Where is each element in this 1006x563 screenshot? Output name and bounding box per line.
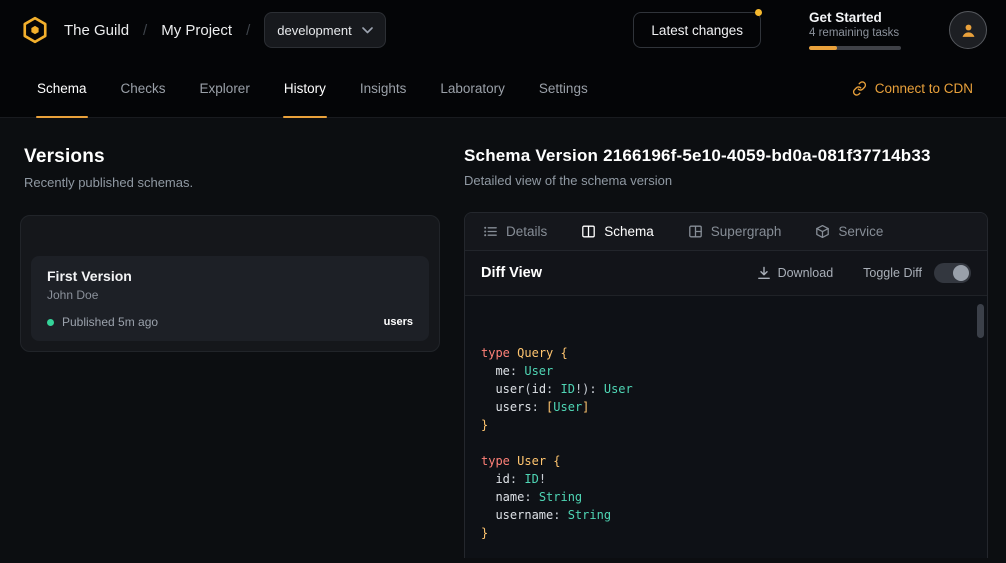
published-status-dot xyxy=(47,319,54,326)
code-line: type User { xyxy=(481,452,971,470)
version-name: First Version xyxy=(47,268,413,284)
detail-tab-label: Service xyxy=(838,224,883,239)
main-content: Versions Recently published schemas. Fir… xyxy=(0,118,1006,558)
detail-tab-label: Supergraph xyxy=(711,224,782,239)
schema-code-viewer[interactable]: type Query { me: User user(id: ID!): Use… xyxy=(465,296,987,558)
target-select-value: development xyxy=(277,23,351,38)
target-select[interactable]: development xyxy=(264,12,386,48)
code-line: } xyxy=(481,416,971,434)
get-started-progress xyxy=(809,46,901,50)
detail-tab-label: Schema xyxy=(604,224,654,239)
code-line: id: ID! xyxy=(481,470,971,488)
tab-laboratory[interactable]: Laboratory xyxy=(439,60,506,117)
schema-icon xyxy=(581,224,596,239)
versions-subtitle: Recently published schemas. xyxy=(24,175,440,190)
tab-explorer[interactable]: Explorer xyxy=(199,60,251,117)
scrollbar-thumb[interactable] xyxy=(977,304,984,338)
code-line: type Query { xyxy=(481,344,971,362)
code-lines: type Query { me: User user(id: ID!): Use… xyxy=(481,344,971,542)
schema-version-subtitle: Detailed view of the schema version xyxy=(464,173,988,188)
link-icon xyxy=(852,81,867,96)
chevron-down-icon xyxy=(362,27,373,34)
breadcrumb-separator: / xyxy=(143,22,147,39)
version-list: First Version John Doe Published 5m ago use… xyxy=(31,256,429,341)
schema-version-section: Schema Version 2166196f-5e10-4059-bd0a-0… xyxy=(464,146,988,558)
get-started-subtitle: 4 remaining tasks xyxy=(809,27,901,39)
code-line: } xyxy=(481,524,971,542)
toggle-knob xyxy=(953,265,969,281)
schema-version-title: Schema Version 2166196f-5e10-4059-bd0a-0… xyxy=(464,146,988,166)
download-button[interactable]: Download xyxy=(757,266,834,280)
version-meta: Published 5m ago users xyxy=(47,315,413,329)
versions-section: Versions Recently published schemas. Fir… xyxy=(20,146,440,558)
tab-schema[interactable]: Schema xyxy=(36,60,88,117)
list-icon xyxy=(483,224,498,239)
versions-card: First Version John Doe Published 5m ago use… xyxy=(20,215,440,352)
detail-tab-details[interactable]: Details xyxy=(483,224,547,239)
code-line: username: String xyxy=(481,506,971,524)
connect-to-cdn-button[interactable]: Connect to CDN xyxy=(852,60,973,117)
download-icon xyxy=(757,266,771,280)
version-badge: users xyxy=(384,316,413,328)
app-root: The Guild / My Project / development Lat… xyxy=(0,0,1006,558)
breadcrumb-project[interactable]: My Project xyxy=(161,22,232,39)
nav-tabs: Schema Checks Explorer History Insights Labor… xyxy=(36,60,589,117)
toggle-diff-switch[interactable] xyxy=(934,263,971,283)
version-author: John Doe xyxy=(47,288,413,302)
code-line: me: User xyxy=(481,362,971,380)
user-icon xyxy=(959,21,978,40)
breadcrumb-separator: / xyxy=(246,22,250,39)
download-label: Download xyxy=(778,266,834,280)
code-line: user(id: ID!): User xyxy=(481,380,971,398)
connect-to-cdn-label: Connect to CDN xyxy=(875,81,973,96)
detail-tab-schema[interactable]: Schema xyxy=(581,224,654,239)
code-line: users: [User] xyxy=(481,398,971,416)
breadcrumb-org[interactable]: The Guild xyxy=(64,22,129,39)
published-status-text: Published 5m ago xyxy=(62,315,158,329)
diff-header: Diff View Download Toggle Diff xyxy=(465,251,987,296)
detail-tab-service[interactable]: Service xyxy=(815,224,883,239)
supergraph-icon xyxy=(688,224,703,239)
hive-logo-icon[interactable] xyxy=(20,15,50,45)
top-header: The Guild / My Project / development Lat… xyxy=(0,0,1006,60)
avatar[interactable] xyxy=(949,11,987,49)
latest-changes-label: Latest changes xyxy=(651,23,743,38)
get-started-title: Get Started xyxy=(809,10,901,25)
get-started-progress-fill xyxy=(809,46,837,50)
get-started-widget[interactable]: Get Started 4 remaining tasks xyxy=(809,10,901,50)
page-nav: Schema Checks Explorer History Insights Labor… xyxy=(0,60,1006,118)
tab-history[interactable]: History xyxy=(283,60,327,117)
latest-changes-button[interactable]: Latest changes xyxy=(633,12,761,48)
notification-dot xyxy=(755,9,762,16)
tab-checks[interactable]: Checks xyxy=(120,60,167,117)
service-icon xyxy=(815,224,830,239)
versions-title: Versions xyxy=(24,146,440,168)
tab-settings[interactable]: Settings xyxy=(538,60,589,117)
tab-insights[interactable]: Insights xyxy=(359,60,408,117)
detail-tab-label: Details xyxy=(506,224,547,239)
schema-version-panel: Details Schema Supergraph Service Diff View… xyxy=(464,212,988,558)
diff-view-title: Diff View xyxy=(481,265,542,281)
panel-tabs: Details Schema Supergraph Service xyxy=(465,213,987,251)
detail-tab-supergraph[interactable]: Supergraph xyxy=(688,224,782,239)
version-item[interactable]: First Version John Doe Published 5m ago use… xyxy=(31,256,429,341)
code-line xyxy=(481,434,971,452)
toggle-diff-label: Toggle Diff xyxy=(863,266,922,280)
code-line: name: String xyxy=(481,488,971,506)
